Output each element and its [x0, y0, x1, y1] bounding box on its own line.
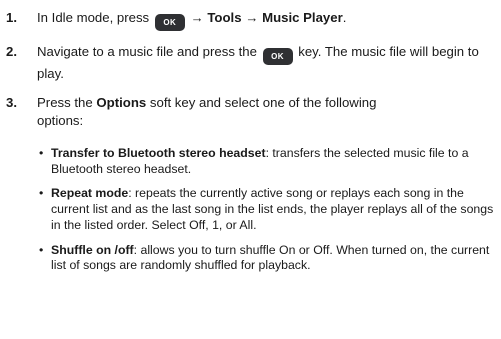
- step-1: 1. In Idle mode, press OK → Tools → Musi…: [0, 9, 495, 31]
- step-text-end: .: [342, 10, 347, 25]
- instruction-page: 1. In Idle mode, press OK → Tools → Musi…: [0, 0, 501, 339]
- ok-key-icon: OK: [262, 48, 293, 65]
- step-3: 3. Press the Options soft key and select…: [0, 94, 495, 129]
- menu-music-player: Music Player: [262, 10, 343, 25]
- arrow-icon: →: [245, 10, 259, 25]
- step-text-start: Navigate to a music file and press the: [37, 44, 257, 59]
- ok-key-icon: OK: [154, 14, 185, 31]
- option-term: Repeat mode: [51, 186, 129, 201]
- step-text: Navigate to a music file and press the O…: [37, 43, 495, 83]
- list-item: • Transfer to Bluetooth stereo headset: …: [37, 146, 495, 177]
- step-text: Press the Options soft key and select on…: [37, 94, 495, 129]
- option-term: Shuffle on /off: [51, 242, 134, 257]
- bullet-icon: •: [39, 186, 44, 201]
- step-number: 1.: [6, 10, 17, 25]
- step-2: 2. Navigate to a music file and press th…: [0, 43, 495, 83]
- step-text-start: Press the: [37, 95, 93, 110]
- option-term: Transfer to Bluetooth stereo headset: [51, 146, 266, 160]
- options-list: • Transfer to Bluetooth stereo headset: …: [37, 146, 495, 283]
- step-text: In Idle mode, press OK → Tools → Music P…: [37, 9, 495, 31]
- step-text-start: In Idle mode, press: [37, 10, 150, 25]
- step-number: 3.: [6, 95, 17, 110]
- list-item: • Repeat mode: repeats the currently act…: [37, 186, 495, 233]
- options-soft-key-label: Options: [96, 95, 147, 110]
- list-item: • Shuffle on /off: allows you to turn sh…: [37, 243, 495, 274]
- arrow-icon: →: [190, 10, 204, 25]
- menu-tools: Tools: [207, 10, 242, 25]
- bullet-icon: •: [39, 146, 44, 160]
- step-number: 2.: [6, 44, 17, 59]
- bullet-icon: •: [39, 242, 44, 257]
